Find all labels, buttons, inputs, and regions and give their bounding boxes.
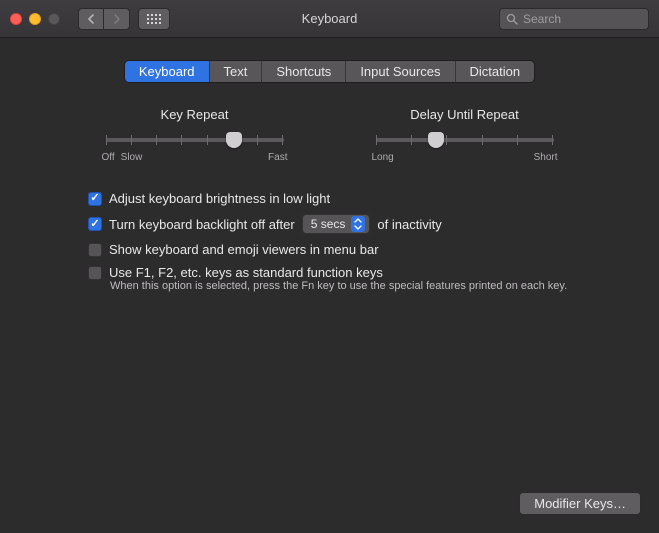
- modifier-keys-button[interactable]: Modifier Keys…: [519, 492, 641, 515]
- key-repeat-slider[interactable]: [106, 138, 284, 142]
- key-repeat-off-label: Off: [102, 152, 115, 163]
- key-repeat-thumb[interactable]: [226, 132, 242, 148]
- show-viewers-label: Show keyboard and emoji viewers in menu …: [109, 242, 379, 257]
- key-repeat-fast-label: Fast: [268, 152, 287, 163]
- show-viewers-checkbox[interactable]: [88, 243, 102, 257]
- search-icon: [506, 13, 518, 25]
- backlight-off-select-value: 5 secs: [311, 217, 346, 231]
- fn-keys-hint: When this option is selected, press the …: [110, 280, 628, 292]
- backlight-off-prefix: Turn keyboard backlight off after: [109, 217, 295, 232]
- back-button[interactable]: [78, 8, 104, 30]
- adjust-brightness-checkbox[interactable]: [88, 192, 102, 206]
- backlight-off-select[interactable]: 5 secs: [302, 214, 371, 234]
- minimize-window-button[interactable]: [29, 13, 41, 25]
- delay-repeat-group: Delay Until Repeat Long Short: [370, 107, 560, 163]
- search-field[interactable]: [499, 8, 649, 30]
- delay-repeat-long-label: Long: [372, 152, 394, 163]
- delay-repeat-thumb[interactable]: [428, 132, 444, 148]
- stepper-icon: [351, 216, 365, 232]
- fn-keys-label: Use F1, F2, etc. keys as standard functi…: [109, 265, 383, 280]
- tab-text[interactable]: Text: [210, 61, 263, 82]
- close-window-button[interactable]: [10, 13, 22, 25]
- tab-keyboard[interactable]: Keyboard: [125, 61, 210, 82]
- search-input[interactable]: [523, 12, 642, 26]
- delay-repeat-slider[interactable]: [376, 138, 554, 142]
- nav-buttons: [78, 8, 130, 30]
- delay-repeat-short-label: Short: [534, 152, 558, 163]
- backlight-off-checkbox[interactable]: [88, 217, 102, 231]
- fn-keys-checkbox[interactable]: [88, 266, 102, 280]
- tab-input-sources[interactable]: Input Sources: [346, 61, 455, 82]
- show-all-button[interactable]: [138, 8, 170, 30]
- tab-shortcuts[interactable]: Shortcuts: [262, 61, 346, 82]
- key-repeat-slow-label: Slow: [121, 152, 143, 163]
- zoom-window-button: [48, 13, 60, 25]
- tab-dictation[interactable]: Dictation: [456, 61, 535, 82]
- window-controls: [10, 13, 60, 25]
- adjust-brightness-label: Adjust keyboard brightness in low light: [109, 191, 330, 206]
- delay-repeat-title: Delay Until Repeat: [370, 107, 560, 122]
- key-repeat-title: Key Repeat: [100, 107, 290, 122]
- backlight-off-suffix: of inactivity: [377, 217, 441, 232]
- key-repeat-group: Key Repeat Off Slow Fast: [100, 107, 290, 163]
- forward-button: [104, 8, 130, 30]
- titlebar: Keyboard: [0, 0, 659, 38]
- tab-bar: Keyboard Text Shortcuts Input Sources Di…: [16, 60, 643, 83]
